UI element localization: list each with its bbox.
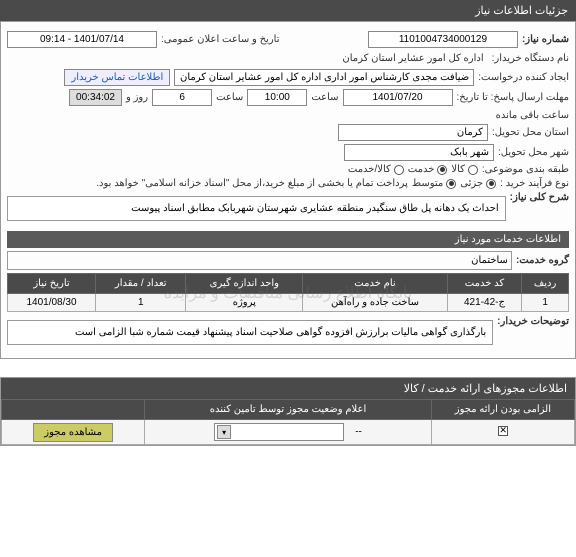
deadline-date-field: 1401/07/20	[343, 89, 453, 106]
services-header: اطلاعات خدمات مورد نیاز	[7, 231, 569, 248]
th-name: نام خدمت	[303, 274, 448, 294]
cell-name: ساخت جاده و راه‌آهن	[303, 294, 448, 312]
label-day-and: روز و	[126, 92, 148, 103]
label-purchase-type: نوع فرآیند خرید :	[500, 178, 569, 189]
label-city: شهر محل تحویل:	[498, 147, 569, 158]
th-qty: تعداد / مقدار	[96, 274, 186, 294]
view-permit-button[interactable]: مشاهده مجوز	[33, 423, 113, 442]
label-buyer: نام دستگاه خریدار:	[492, 53, 569, 64]
th-status: اعلام وضعیت مجوز توسط تامین کننده	[145, 400, 432, 420]
label-time2: ساعت	[216, 92, 243, 103]
label-subject-type: طبقه بندی موضوعی:	[482, 164, 569, 175]
label-pub-date: تاریخ و ساعت اعلان عمومی:	[161, 34, 280, 45]
req-no-field: 1101004734000129	[368, 31, 518, 48]
table-row: 1 ج-42-421 ساخت جاده و راه‌آهن پروژه 1 1…	[8, 294, 569, 312]
page-header: جزئیات اطلاعات نیاز	[0, 0, 576, 21]
purchase-note: پرداخت تمام یا بخشی از مبلغ خرید،از محل …	[96, 178, 408, 189]
label-groups: گروه خدمت:	[516, 255, 569, 266]
groups-box: ساختمان	[7, 251, 512, 270]
radio-jozi[interactable]	[486, 179, 496, 189]
label-req-no: شماره نیاز:	[522, 34, 569, 45]
label-buyer-notes: توضیحات خریدار:	[497, 316, 569, 327]
permits-header: اطلاعات مجوزهای ارائه خدمت / کالا	[1, 378, 575, 399]
radio-khadamat[interactable]	[437, 165, 447, 175]
service-table-wrap: ردیف کد خدمت نام خدمت واحد اندازه گیری ت…	[7, 273, 569, 312]
buyer-value: اداره کل امور عشایر استان کرمان	[338, 51, 487, 66]
cell-mandatory	[431, 420, 574, 445]
form-area: شماره نیاز: 1101004734000129 تاریخ و ساع…	[0, 21, 576, 359]
label-remaining: ساعت باقی مانده	[496, 110, 569, 121]
radio-both[interactable]	[394, 165, 404, 175]
radio-both-label: کالا/خدمت	[348, 164, 391, 175]
page-title: جزئیات اطلاعات نیاز	[475, 5, 568, 17]
deadline-time-field: 10:00	[247, 89, 307, 106]
city-field: شهر بابک	[344, 144, 494, 161]
contact-buyer-link[interactable]: اطلاعات تماس خریدار	[64, 69, 170, 86]
chevron-down-icon: ▾	[217, 425, 231, 439]
status-dash: --	[355, 427, 362, 438]
label-creator: ایجاد کننده درخواست:	[478, 72, 569, 83]
th-unit: واحد اندازه گیری	[186, 274, 303, 294]
radio-motavaset-label: متوسط	[412, 178, 443, 189]
service-table: ردیف کد خدمت نام خدمت واحد اندازه گیری ت…	[7, 273, 569, 312]
label-time1: ساعت	[311, 92, 338, 103]
cell-code: ج-42-421	[447, 294, 521, 312]
desc-box: احداث یک دهانه پل طاق سنگیدر منطقه عشایر…	[7, 196, 506, 221]
th-mandatory: الزامی بودن ارائه مجوز	[431, 400, 574, 420]
permits-section: اطلاعات مجوزهای ارائه خدمت / کالا الزامی…	[0, 377, 576, 446]
th-code: کد خدمت	[447, 274, 521, 294]
cell-action: مشاهده مجوز	[2, 420, 145, 445]
cell-date: 1401/08/30	[8, 294, 96, 312]
th-idx: ردیف	[522, 274, 569, 294]
permits-table: الزامی بودن ارائه مجوز اعلام وضعیت مجوز …	[1, 399, 575, 445]
radio-kala-label: کالا	[451, 164, 465, 175]
radio-motavaset[interactable]	[446, 179, 456, 189]
cell-status: -- ▾	[145, 420, 432, 445]
radio-jozi-label: جزئی	[460, 178, 483, 189]
cell-idx: 1	[522, 294, 569, 312]
creator-field: ضیافت مجدی کارشناس امور اداری اداره کل ا…	[174, 69, 474, 86]
province-field: کرمان	[338, 124, 488, 141]
label-province: استان محل تحویل:	[492, 127, 569, 138]
label-desc: شرح کلی نیاز:	[510, 192, 569, 203]
countdown-timer: 00:34:02	[69, 89, 122, 106]
status-select[interactable]: ▾	[214, 423, 344, 441]
radio-kala[interactable]	[468, 165, 478, 175]
th-action	[2, 400, 145, 420]
permit-row: -- ▾ مشاهده مجوز	[2, 420, 575, 445]
mandatory-checkbox[interactable]	[498, 426, 508, 436]
pub-date-field: 1401/07/14 - 09:14	[7, 31, 157, 48]
days-field: 6	[152, 89, 212, 106]
th-date: تاریخ نیاز	[8, 274, 96, 294]
groups-value: ساختمان	[471, 255, 508, 266]
radio-khadamat-label: خدمت	[408, 164, 435, 175]
label-deadline: مهلت ارسال پاسخ: تا تاریخ:	[457, 92, 569, 103]
cell-unit: پروژه	[186, 294, 303, 312]
buyer-notes-box: بارگذاری گواهی مالیات برارزش افزوده گواه…	[7, 320, 493, 345]
cell-qty: 1	[96, 294, 186, 312]
